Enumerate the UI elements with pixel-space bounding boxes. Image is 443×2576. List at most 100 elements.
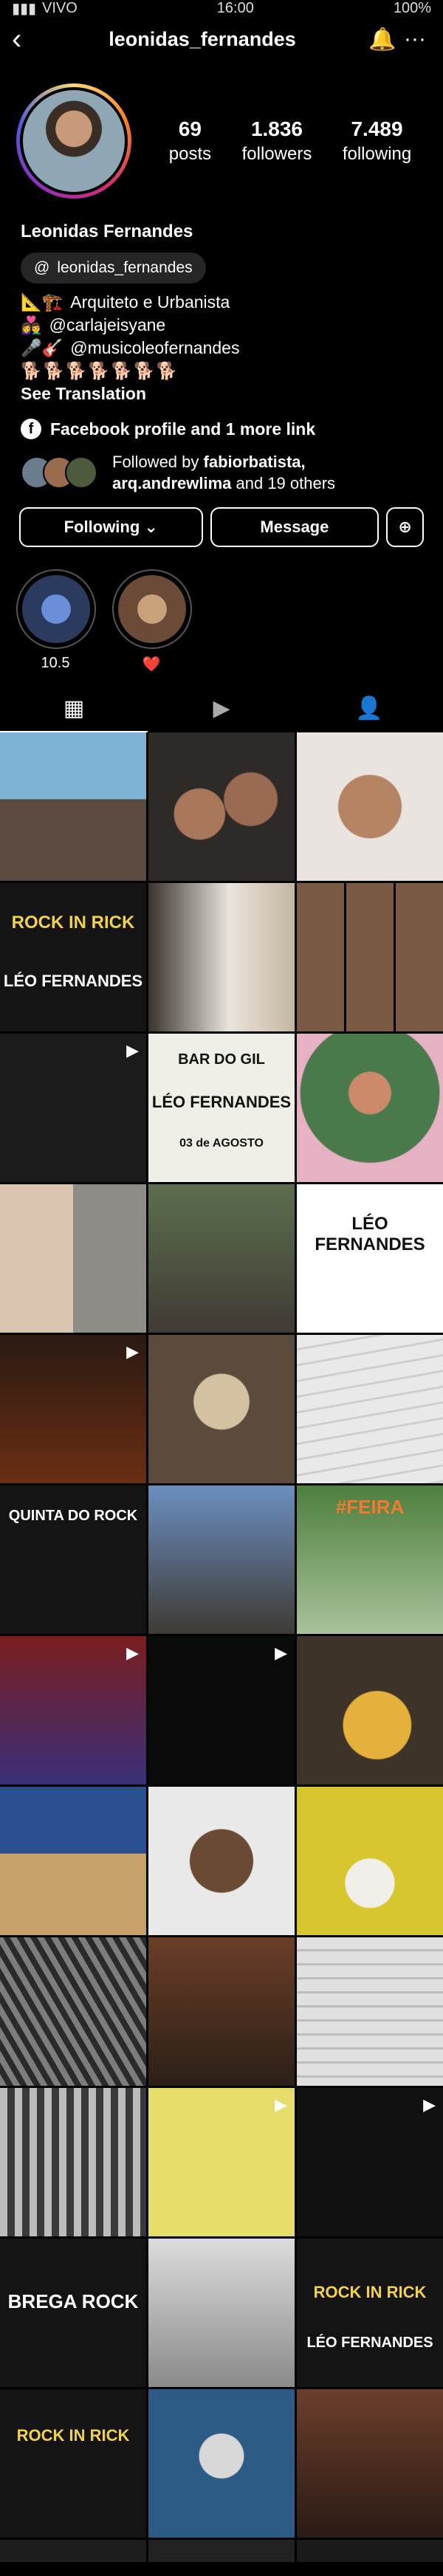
post-thumbnail[interactable]: BAR DO GIL LÉO FERNANDES 03 de AGOSTO	[148, 1034, 295, 1182]
post-thumbnail[interactable]	[148, 2239, 295, 2387]
highlight-label: 10.5	[41, 655, 70, 671]
signal-icon: ▮▮▮	[12, 0, 37, 17]
architect-emoji: 📐🏗️	[21, 292, 63, 312]
following-count: 7.489	[351, 117, 403, 140]
action-buttons: Following ⌄ Message ⊕	[0, 494, 443, 547]
post-thumbnail[interactable]	[297, 1034, 443, 1182]
reel-icon: ▶	[126, 1041, 139, 1059]
posts-label: posts	[168, 144, 212, 164]
reel-icon: ▶	[126, 1644, 139, 1662]
threads-badge[interactable]: @ leonidas_fernandes	[21, 253, 206, 284]
posts-grid: ROCK IN RICK LÉO FERNANDES ▶ BAR DO GIL …	[0, 732, 443, 2562]
profile-links[interactable]: f Facebook profile and 1 more link	[0, 405, 443, 439]
avatar[interactable]	[16, 83, 131, 199]
battery: 100%	[393, 0, 431, 16]
post-thumbnail[interactable]	[297, 883, 443, 1031]
more-options-icon[interactable]: ···	[399, 27, 431, 52]
message-button[interactable]: Message	[210, 507, 380, 547]
reel-icon: ▶	[126, 1342, 139, 1361]
post-thumbnail[interactable]	[0, 1787, 146, 1935]
post-thumbnail[interactable]	[0, 2088, 146, 2236]
poster-text: LÉO FERNANDES	[151, 1093, 292, 1111]
following-button[interactable]: Following ⌄	[19, 507, 203, 547]
poster-text: ROCK IN RICK	[313, 2283, 427, 2301]
post-thumbnail[interactable]	[297, 1937, 443, 2086]
post-thumbnail[interactable]	[297, 2540, 443, 2562]
post-thumbnail[interactable]: ROCK IN RICK LÉO FERNANDES	[297, 2239, 443, 2387]
post-thumbnail[interactable]: ▶	[148, 2088, 295, 2236]
top-bar: ‹ leonidas_fernandes 🔔 ···	[0, 16, 443, 62]
reel-icon: ▶	[423, 2095, 436, 2114]
poster-text: BAR DO GIL	[178, 1051, 265, 1068]
post-thumbnail[interactable]	[148, 1184, 295, 1333]
music-emoji: 🎤🎸	[21, 338, 63, 357]
reel-icon: ▶	[275, 1644, 287, 1662]
couple-emoji: 👩‍❤️‍👨	[21, 315, 42, 334]
username-title: leonidas_fernandes	[109, 27, 296, 50]
links-text: Facebook profile and 1 more link	[50, 419, 316, 439]
followed-suffix: and 19 others	[231, 474, 336, 492]
post-thumbnail[interactable]	[297, 1636, 443, 1785]
post-thumbnail[interactable]: ROCK IN RICK LÉO FERNANDES	[0, 883, 146, 1031]
post-thumbnail[interactable]: ▶	[0, 1636, 146, 1785]
post-thumbnail[interactable]	[297, 1787, 443, 1935]
highlight-cover	[118, 575, 186, 643]
followed-by[interactable]: Followed by fabiorbatista, arq.andrewlim…	[0, 439, 443, 494]
poster-text: LÉO FERNANDES	[3, 972, 143, 990]
post-thumbnail[interactable]	[297, 732, 443, 881]
post-thumbnail[interactable]	[148, 1486, 295, 1634]
bell-icon[interactable]: 🔔	[366, 27, 399, 52]
post-thumbnail[interactable]: ▶	[0, 1335, 146, 1483]
post-thumbnail[interactable]	[297, 1335, 443, 1483]
post-thumbnail[interactable]	[148, 2540, 295, 2562]
clock: 16:00	[216, 0, 254, 16]
add-user-button[interactable]: ⊕	[386, 507, 424, 547]
highlight-item[interactable]: ❤️	[112, 569, 192, 673]
post-thumbnail[interactable]: #FEIRA	[297, 1486, 443, 1634]
add-person-icon: ⊕	[398, 518, 412, 536]
post-thumbnail[interactable]: QUINTA DO ROCK	[0, 1486, 146, 1634]
post-thumbnail[interactable]: ▶	[0, 1034, 146, 1182]
highlight-item[interactable]: 10.5	[16, 569, 96, 673]
tab-reels[interactable]: ▶	[148, 684, 295, 732]
post-thumbnail[interactable]: LÉO FERNANDES	[297, 1184, 443, 1333]
bio-mention[interactable]: @musicoleofernandes	[70, 337, 239, 360]
follower-avatars	[21, 456, 97, 489]
post-thumbnail[interactable]: ▶	[297, 2088, 443, 2236]
post-thumbnail[interactable]	[148, 883, 295, 1031]
bio-mention[interactable]: @carlajeisyane	[49, 314, 166, 337]
see-translation-link[interactable]: See Translation	[0, 382, 443, 405]
post-thumbnail[interactable]	[0, 732, 146, 881]
followers-stat[interactable]: 1.836 followers	[242, 117, 312, 165]
post-thumbnail[interactable]	[148, 1335, 295, 1483]
post-thumbnail[interactable]	[297, 2389, 443, 2538]
tab-grid[interactable]: ▦	[0, 684, 148, 732]
tab-tagged[interactable]: 👤	[295, 684, 443, 732]
post-thumbnail[interactable]	[0, 1937, 146, 2086]
post-thumbnail[interactable]	[148, 1787, 295, 1935]
facebook-icon: f	[21, 419, 41, 439]
story-highlights: 10.5 ❤️	[0, 547, 443, 673]
poster-text: 03 de AGOSTO	[179, 1137, 264, 1150]
followers-count: 1.836	[250, 117, 303, 140]
posts-count: 69	[178, 117, 202, 140]
post-thumbnail[interactable]	[0, 1184, 146, 1333]
carrier-name: VIVO	[42, 0, 78, 16]
posts-stat[interactable]: 69 posts	[169, 117, 211, 165]
dogs-emoji-line: 🐕🐕🐕🐕🐕🐕🐕	[21, 361, 179, 380]
avatar	[65, 456, 97, 489]
tagged-icon: 👤	[355, 695, 383, 721]
post-thumbnail[interactable]: ▶	[148, 1636, 295, 1785]
reels-icon: ▶	[213, 695, 230, 721]
post-thumbnail[interactable]	[148, 732, 295, 881]
back-arrow-icon[interactable]: ‹	[12, 24, 38, 54]
post-thumbnail[interactable]: BREGA ROCK	[0, 2239, 146, 2387]
poster-text: #FEIRA	[335, 1496, 405, 1518]
following-stat[interactable]: 7.489 following	[343, 117, 411, 165]
post-thumbnail[interactable]	[0, 2540, 146, 2562]
post-thumbnail[interactable]	[148, 1937, 295, 2086]
post-thumbnail[interactable]: ROCK IN RICK	[0, 2389, 146, 2538]
poster-text: QUINTA DO ROCK	[8, 1508, 138, 1524]
poster-text: LÉO FERNANDES	[315, 1214, 425, 1254]
post-thumbnail[interactable]	[148, 2389, 295, 2538]
